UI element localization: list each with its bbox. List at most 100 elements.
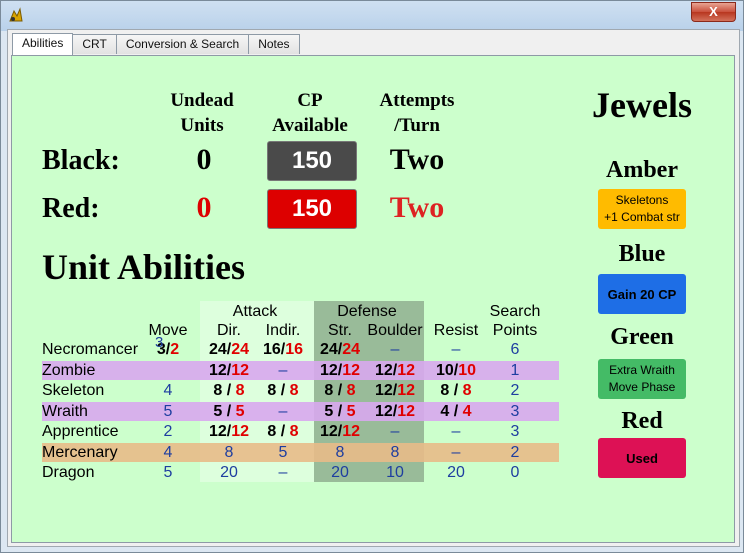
boulder-cell: –	[390, 341, 400, 358]
close-button[interactable]: X	[691, 2, 736, 22]
green-jewel-title: Green	[610, 324, 674, 350]
cp-available-header: CP Available	[260, 88, 360, 138]
black-value: 12	[319, 423, 338, 440]
red-value: 16	[285, 341, 304, 358]
resist-cell: –	[451, 444, 461, 461]
header-line: Attempts	[379, 90, 455, 111]
boulder-cell: 12/12	[364, 362, 426, 380]
dir-cell: 5 / 5	[206, 403, 252, 421]
title-bar: X	[1, 1, 743, 29]
indir-cell: –	[278, 403, 288, 420]
separator: /	[333, 403, 347, 420]
indir-cell: 8 / 8	[256, 423, 310, 441]
dir-header: Dir.	[217, 322, 241, 339]
blue-jewel-line: Gain 20 CP	[607, 286, 677, 302]
black-value: 12	[208, 423, 227, 440]
boulder-cell: 10	[386, 464, 404, 481]
move-cell: 2	[163, 423, 173, 440]
black-value: 12	[208, 362, 227, 379]
black-value: 8	[440, 382, 450, 399]
black-value: 12	[374, 403, 393, 420]
search-cell: 2	[510, 382, 520, 399]
attempts-per-turn-header: Attempts /Turn	[367, 88, 467, 138]
red-attempts-value: Two	[389, 191, 445, 224]
green-jewel-button[interactable]: Extra Wraith Move Phase	[598, 359, 686, 399]
move-cell: 5	[163, 403, 173, 420]
resist-cell: 20	[447, 464, 465, 481]
red-cp-value: 150	[267, 189, 357, 229]
amber-jewel-line: +1 Combat str	[604, 210, 680, 224]
resist-cell: 10/10	[428, 362, 484, 380]
red-value: 8	[346, 382, 356, 399]
black-label: Black:	[42, 145, 120, 176]
defense-header: Defense	[337, 303, 397, 320]
move-cell: 5	[163, 464, 173, 481]
unit-name: Apprentice	[42, 423, 119, 440]
black-value: 12	[374, 382, 393, 399]
unit-name: Skeleton	[42, 382, 105, 399]
red-jewel-title: Red	[621, 408, 663, 434]
unit-name: Zombie	[42, 362, 96, 379]
resist-cell: 4 / 4	[428, 403, 484, 421]
tab-abilities[interactable]: Abilities	[12, 33, 74, 55]
black-value: 12	[374, 362, 393, 379]
boulder-cell: 8	[390, 444, 400, 461]
indir-cell: –	[278, 362, 288, 379]
separator: /	[222, 403, 236, 420]
app-window: X Abilities CRT Conversion & Search Note…	[0, 0, 744, 553]
str-cell: 12/12	[318, 423, 362, 441]
black-value: 8	[267, 423, 277, 440]
tab-crt[interactable]: CRT	[72, 34, 117, 54]
red-value: 24	[342, 341, 361, 358]
red-value: 8	[289, 382, 299, 399]
black-undead-value: 0	[196, 143, 212, 176]
str-cell: 12/12	[318, 362, 362, 380]
str-cell: 8 / 8	[318, 382, 362, 400]
red-value: 8	[289, 423, 299, 440]
unit-name: Wraith	[42, 403, 88, 420]
unit-name: Mercenary	[42, 444, 118, 461]
points-header: Points	[492, 322, 538, 339]
str-cell: 8	[335, 444, 345, 461]
red-value: 5	[235, 403, 245, 420]
dir-cell: 12/12	[206, 423, 252, 441]
boulder-cell: 12/12	[364, 403, 426, 421]
red-value: 12	[342, 362, 361, 379]
attack-header: Attack	[232, 303, 278, 320]
red-value: 12	[342, 423, 361, 440]
search-cell: 3	[510, 403, 520, 420]
amber-jewel-button[interactable]: Skeletons +1 Combat str	[598, 189, 686, 229]
red-value: 8	[462, 382, 472, 399]
necromancer-move-overlay: 3	[155, 334, 164, 351]
dir-cell: 24/24	[206, 341, 252, 359]
separator: /	[222, 382, 236, 399]
unit-name: Necromancer	[42, 341, 139, 358]
black-value: 5	[213, 403, 223, 420]
search-cell: 6	[510, 341, 520, 358]
black-value: 8	[213, 382, 223, 399]
search-cell: 3	[510, 423, 520, 440]
separator: /	[333, 382, 347, 399]
search-cell: 1	[510, 362, 520, 379]
green-jewel-line: Extra Wraith	[609, 363, 675, 377]
amber-jewel-title: Amber	[606, 157, 678, 183]
blue-jewel-button[interactable]: Gain 20 CP	[598, 274, 686, 314]
boulder-header: Boulder	[367, 322, 423, 339]
red-value: 2	[170, 341, 180, 358]
move-cell: 3/2	[140, 341, 196, 359]
header-line: /Turn	[394, 115, 440, 136]
tab-conversion-search[interactable]: Conversion & Search	[115, 34, 250, 54]
tab-notes[interactable]: Notes	[248, 34, 300, 54]
black-value: 5	[324, 403, 334, 420]
indir-cell: –	[278, 464, 288, 481]
black-value: 24	[208, 341, 227, 358]
black-value: 8	[267, 382, 277, 399]
red-jewel-line: Used	[626, 450, 658, 466]
move-cell: 4	[163, 444, 173, 461]
separator: /	[449, 403, 463, 420]
indir-cell: 8 / 8	[256, 382, 310, 400]
str-cell: 5 / 5	[318, 403, 362, 421]
red-jewel-button[interactable]: Used	[598, 438, 686, 478]
separator: /	[276, 382, 290, 399]
str-cell: 20	[331, 464, 349, 481]
